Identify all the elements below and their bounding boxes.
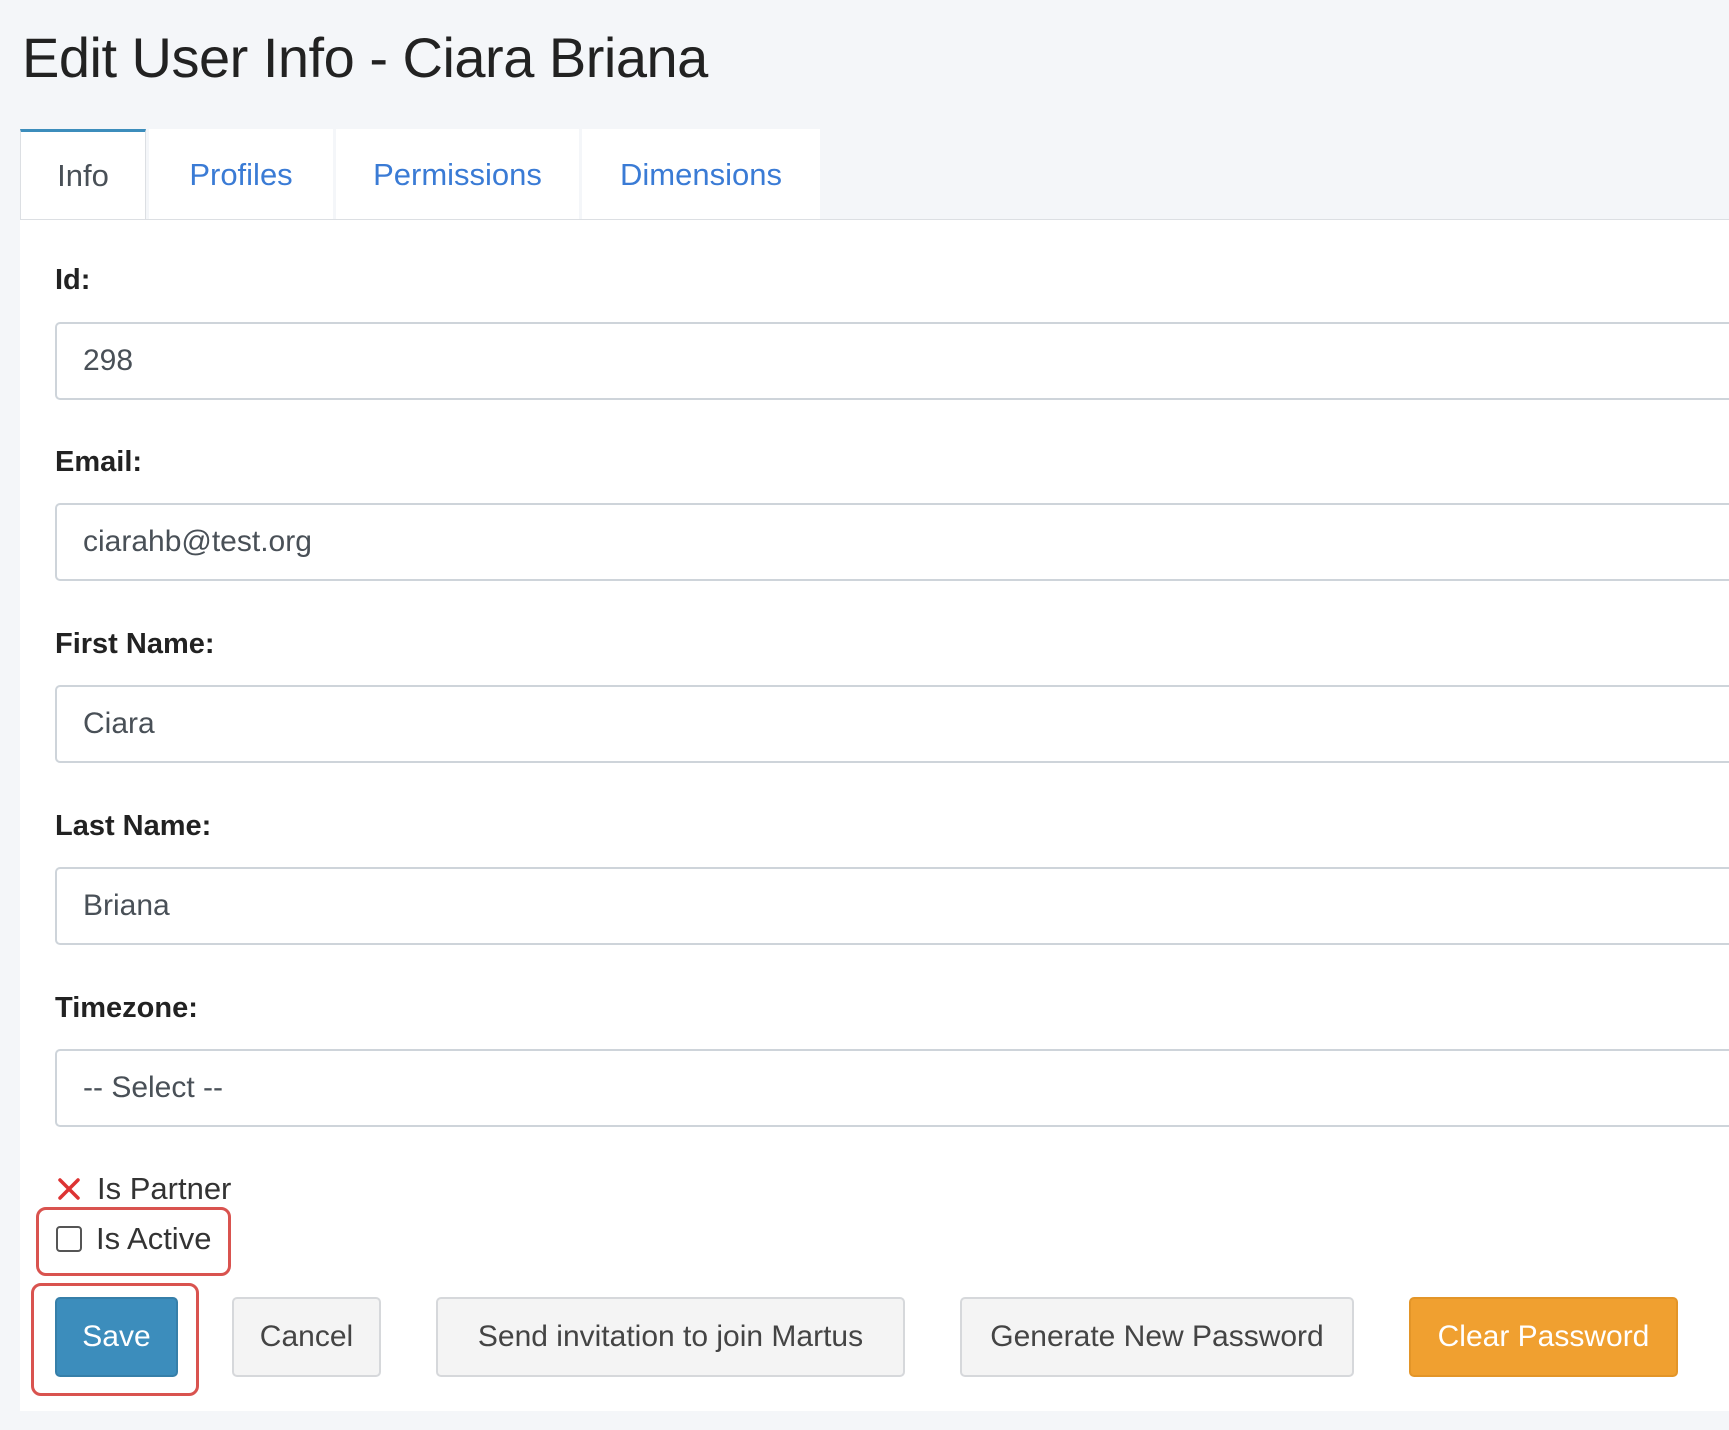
tab-info[interactable]: Info — [20, 129, 146, 220]
cancel-button[interactable]: Cancel — [232, 1297, 381, 1377]
info-panel: Id: 298 Email: ciarahb@test.org First Na… — [20, 219, 1729, 1411]
is-partner-row: Is Partner — [55, 1171, 231, 1207]
email-label: Email: — [55, 446, 143, 478]
tab-profiles[interactable]: Profiles — [149, 129, 333, 220]
id-label: Id: — [55, 264, 91, 296]
clear-password-button[interactable]: Clear Password — [1409, 1297, 1678, 1377]
is-active-highlight — [36, 1207, 231, 1276]
tab-permissions[interactable]: Permissions — [336, 129, 579, 220]
last-name-label: Last Name: — [55, 810, 212, 842]
save-button[interactable]: Save — [55, 1297, 178, 1377]
first-name-field[interactable]: Ciara — [55, 685, 1729, 763]
send-invitation-button[interactable]: Send invitation to join Martus — [436, 1297, 905, 1377]
timezone-select[interactable]: -- Select -- — [55, 1049, 1729, 1127]
x-icon — [55, 1175, 83, 1203]
email-field[interactable]: ciarahb@test.org — [55, 503, 1729, 581]
timezone-label: Timezone: — [55, 992, 198, 1024]
tab-dimensions[interactable]: Dimensions — [582, 129, 820, 220]
page-title: Edit User Info - Ciara Briana — [22, 26, 708, 89]
last-name-field[interactable]: Briana — [55, 867, 1729, 945]
tab-bar: Info Profiles Permissions Dimensions — [20, 129, 823, 220]
first-name-label: First Name: — [55, 628, 215, 660]
is-partner-label: Is Partner — [97, 1171, 232, 1206]
generate-password-button[interactable]: Generate New Password — [960, 1297, 1354, 1377]
id-field[interactable]: 298 — [55, 322, 1729, 400]
